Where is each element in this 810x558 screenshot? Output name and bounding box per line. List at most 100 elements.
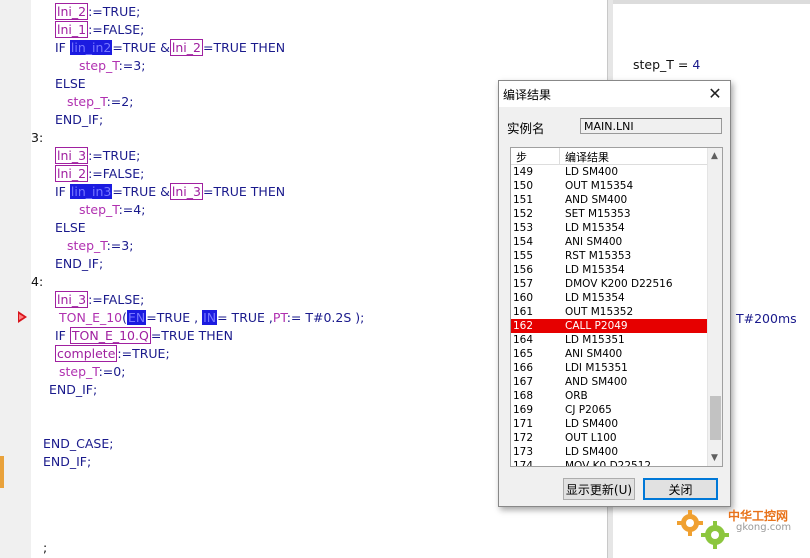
scroll-down-icon[interactable]: ▼: [711, 453, 718, 463]
list-item[interactable]: 169 CJ P2065: [511, 403, 707, 417]
code-text: =TRUE ,: [146, 310, 199, 325]
list-item-result: LD SM400: [565, 446, 619, 458]
code-text: :=TRUE;: [88, 4, 141, 19]
list-item-step: 171: [513, 418, 534, 430]
column-divider[interactable]: [559, 148, 560, 164]
scroll-thumb[interactable]: [710, 396, 721, 440]
list-item-result: CJ P2065: [565, 404, 612, 416]
list-item[interactable]: 152 SET M15353: [511, 207, 707, 221]
list-item[interactable]: 150 OUT M15354: [511, 179, 707, 193]
list-item[interactable]: 160 LD M15354: [511, 291, 707, 305]
close-icon[interactable]: ✕: [706, 85, 724, 103]
list-item-result: LD M15354: [565, 292, 625, 304]
highlighted-identifier: lin_in2: [69, 40, 113, 55]
show-update-button[interactable]: 显示更新(U): [563, 478, 635, 500]
list-item-step: 173: [513, 446, 534, 458]
identifier: complete: [55, 345, 118, 362]
code-text: := T#0.2S );: [286, 310, 365, 325]
identifier: lni_3: [55, 147, 89, 164]
watermark-url: gkong.com: [736, 522, 792, 533]
variable: step_T: [59, 364, 99, 379]
column-header-result[interactable]: 编译结果: [565, 149, 609, 165]
list-item[interactable]: 151 AND SM400: [511, 193, 707, 207]
list-item[interactable]: 154 ANI SM400: [511, 235, 707, 249]
code-text: :=3;: [106, 238, 134, 253]
code-line-16: 4:: [31, 274, 43, 290]
instance-name-field[interactable]: MAIN.LNI: [580, 118, 722, 134]
code-line-18: TON_E_10(EN=TRUE , IN= TRUE ,PT:= T#0.2S…: [59, 310, 364, 326]
list-item-result: RST M15353: [565, 250, 632, 262]
code-line-5: ELSE: [55, 76, 86, 92]
code-line-4: step_T:=3;: [79, 58, 145, 74]
list-item[interactable]: 155 RST M15353: [511, 249, 707, 263]
identifier: lni_2: [55, 3, 89, 20]
list-item[interactable]: 165 ANI SM400: [511, 347, 707, 361]
list-item[interactable]: 164 LD M15351: [511, 333, 707, 347]
compile-result-list[interactable]: 步 编译结果 149 LD SM400 150 OUT M15354 151 AND SM…: [510, 147, 723, 467]
identifier: lni_3: [169, 183, 203, 200]
code-line-2: lni_1:=FALSE;: [55, 21, 145, 38]
monitor-timer-value: T#200ms: [736, 311, 797, 326]
list-item-result: ANI SM400: [565, 236, 623, 248]
code-line-6: step_T:=2;: [67, 94, 133, 110]
list-item[interactable]: 172 OUT L100: [511, 431, 707, 445]
dialog-title: 编译结果: [503, 88, 552, 102]
close-button[interactable]: 关闭: [643, 478, 718, 500]
code-text: :=FALSE;: [88, 292, 145, 307]
list-item[interactable]: 149 LD SM400: [511, 165, 707, 179]
code-text: :=FALSE;: [88, 166, 145, 181]
monitor-label: step_T =: [633, 57, 693, 72]
list-item-result: OUT M15352: [565, 306, 634, 318]
list-item-result: LD M15351: [565, 334, 625, 346]
list-item[interactable]: 153 LD M15354: [511, 221, 707, 235]
identifier: lni_3: [55, 291, 89, 308]
list-item[interactable]: 171 LD SM400: [511, 417, 707, 431]
list-item-result: OUT M15354: [565, 180, 634, 192]
list-item[interactable]: 174 MOV K0 D22512: [511, 459, 707, 467]
dialog-titlebar[interactable]: 编译结果 ✕: [499, 81, 730, 107]
list-item-result: MOV K0 D22512: [565, 460, 652, 467]
compile-result-dialog: 编译结果 ✕ 实例名 MAIN.LNI 步 编译结果 149 LD SM400 15…: [498, 80, 731, 507]
list-item[interactable]: 162 CALL P2049: [511, 319, 707, 333]
scroll-up-icon[interactable]: ▲: [711, 151, 718, 161]
list-item-result: LD SM400: [565, 166, 619, 178]
list-item[interactable]: 167 AND SM400: [511, 375, 707, 389]
code-text: =TRUE THEN: [202, 184, 286, 199]
code-text: :=TRUE;: [88, 148, 141, 163]
list-item-step: 168: [513, 390, 534, 402]
monitor-step-t: step_T = 4: [633, 57, 700, 72]
code-line-11: IF lin_in3=TRUE & lni_3 =TRUE THEN: [55, 183, 286, 200]
list-header: 步 编译结果: [511, 148, 707, 165]
list-item[interactable]: 156 LD M15354: [511, 263, 707, 277]
list-item-step: 153: [513, 222, 534, 234]
code-text: :=3;: [118, 58, 146, 73]
code-line-12: step_T:=4;: [79, 202, 145, 218]
code-line-9: lni_3:=TRUE;: [55, 147, 141, 164]
variable: step_T: [79, 58, 119, 73]
keyword-if: IF: [55, 184, 66, 199]
list-scrollbar[interactable]: ▲ ▼: [707, 148, 722, 466]
code-line-3: IF lin_in2=TRUE & lni_2 =TRUE THEN: [55, 39, 286, 56]
code-text: :=4;: [118, 202, 146, 217]
code-text: =TRUE THEN: [202, 40, 286, 55]
editor-gutter[interactable]: [0, 0, 31, 558]
keyword-else: ELSE: [55, 220, 86, 235]
list-item[interactable]: 161 OUT M15352: [511, 305, 707, 319]
list-item[interactable]: 166 LDI M15351: [511, 361, 707, 375]
code-text: =TRUE &: [112, 184, 170, 199]
list-item-result: AND SM400: [565, 194, 628, 206]
code-text: :=FALSE;: [88, 22, 145, 37]
gutter-marker: [0, 456, 4, 488]
keyword-end-if: END_IF;: [55, 256, 104, 271]
instance-label: 实例名: [507, 121, 545, 136]
case-label: 4:: [31, 274, 44, 289]
list-item-step: 169: [513, 404, 534, 416]
list-item[interactable]: 173 LD SM400: [511, 445, 707, 459]
list-item[interactable]: 168 ORB: [511, 389, 707, 403]
code-text: :=0;: [98, 364, 126, 379]
code-text: :=2;: [106, 94, 134, 109]
column-header-step[interactable]: 步: [516, 149, 527, 165]
list-item[interactable]: 157 DMOV K200 D22516: [511, 277, 707, 291]
code-line-21: step_T:=0;: [59, 364, 125, 380]
list-item-result: ANI SM400: [565, 348, 623, 360]
